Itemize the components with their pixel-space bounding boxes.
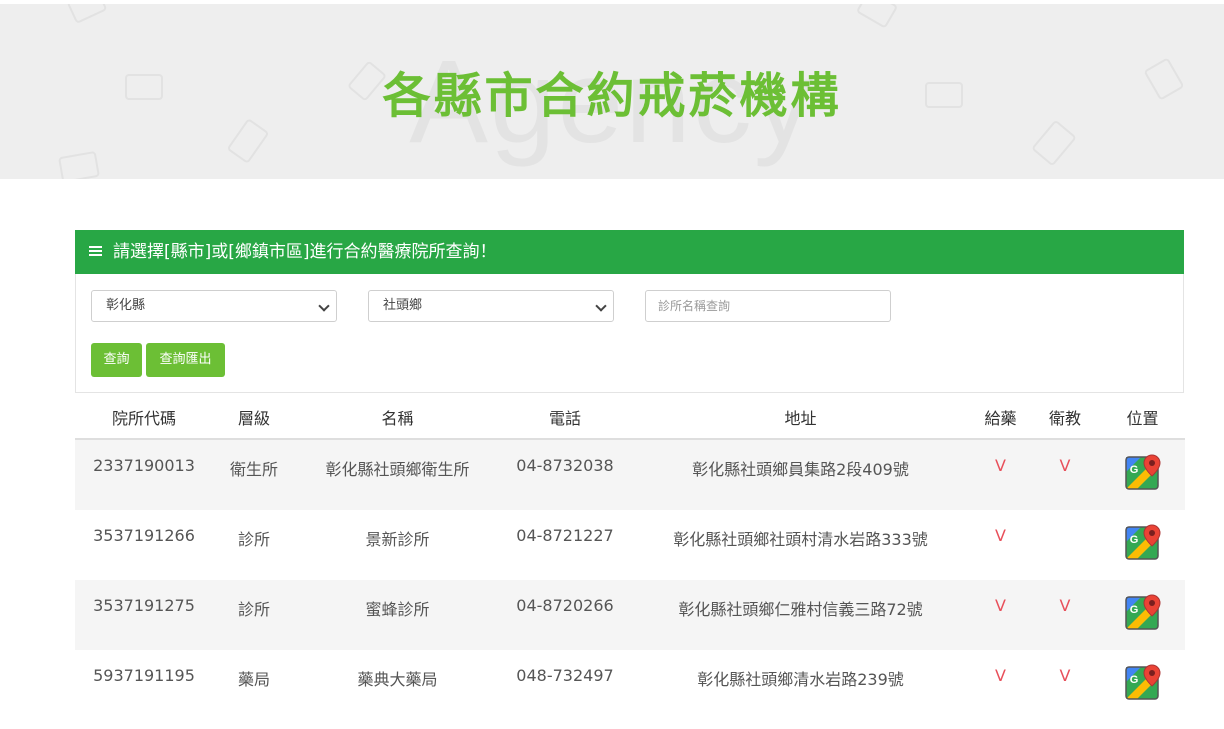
header-level: 層級 — [213, 395, 295, 440]
header-code: 院所代碼 — [75, 395, 213, 440]
cell-level: 診所 — [237, 530, 270, 549]
cell-medication: V — [995, 456, 1006, 475]
cell-phone: 048-732497 — [516, 666, 614, 685]
cell-name: 蜜蜂診所 — [365, 600, 430, 619]
cell-medication: V — [995, 666, 1006, 685]
cell-code: 3537191266 — [93, 526, 195, 545]
cell-name: 彰化縣社頭鄉衛生所 — [325, 460, 470, 479]
table-row: 2337190013 衛生所 彰化縣社頭鄉衛生所 04-8732038 彰化縣社… — [75, 439, 1185, 510]
search-panel-header: 請選擇[縣市]或[鄉鎮市區]進行合約醫療院所查詢！ — [75, 230, 1184, 274]
cell-education: V — [1059, 456, 1071, 475]
district-select-value: 社頭鄉 — [383, 298, 423, 313]
google-maps-icon[interactable]: G — [1124, 524, 1161, 560]
cell-name: 藥典大藥局 — [357, 670, 438, 689]
cell-phone: 04-8720266 — [516, 596, 614, 615]
export-button[interactable]: 查詢匯出 — [146, 343, 225, 377]
cell-address: 彰化縣社頭鄉清水岩路239號 — [697, 670, 904, 689]
google-maps-icon[interactable]: G — [1124, 454, 1161, 490]
header-medication: 給藥 — [971, 395, 1030, 440]
cell-address: 彰化縣社頭鄉社頭村清水岩路333號 — [673, 530, 928, 549]
cell-code: 3537191275 — [93, 596, 195, 615]
table-row: 3537191266 診所 景新診所 04-8721227 彰化縣社頭鄉社頭村清… — [75, 510, 1185, 580]
google-maps-icon[interactable]: G — [1124, 664, 1161, 700]
cell-medication: V — [995, 526, 1006, 545]
cell-level: 診所 — [237, 600, 270, 619]
header-location: 位置 — [1100, 395, 1185, 440]
cell-education: V — [1059, 596, 1071, 615]
cell-address: 彰化縣社頭鄉仁雅村信義三路72號 — [678, 600, 923, 619]
cell-medication: V — [995, 596, 1006, 615]
clinic-name-input[interactable]: 診所名稱查詢 — [645, 290, 891, 322]
svg-text:G: G — [1129, 674, 1138, 686]
cell-code: 5937191195 — [93, 666, 195, 685]
query-button[interactable]: 查詢 — [91, 343, 142, 377]
table-header-row: 院所代碼 層級 名稱 電話 地址 給藥 衛教 位置 — [75, 395, 1185, 440]
header-address: 地址 — [630, 395, 971, 440]
cell-level: 藥局 — [237, 670, 270, 689]
hero-banner: Agency 各縣市合約戒菸機構 — [0, 4, 1224, 179]
cell-name: 景新診所 — [365, 530, 430, 549]
header-name: 名稱 — [295, 395, 500, 440]
cell-code: 2337190013 — [93, 456, 195, 475]
county-select-value: 彰化縣 — [106, 298, 146, 313]
cell-level: 衛生所 — [229, 460, 278, 479]
page-title: 各縣市合約戒菸機構 — [382, 68, 842, 124]
cell-education: V — [1059, 666, 1071, 685]
search-panel-heading: 請選擇[縣市]或[鄉鎮市區]進行合約醫療院所查詢！ — [113, 242, 497, 262]
chevron-down-icon — [318, 300, 330, 312]
cell-education — [1030, 510, 1100, 526]
cell-address: 彰化縣社頭鄉員集路2段409號 — [692, 460, 909, 479]
county-select[interactable]: 彰化縣 — [91, 290, 337, 322]
table-row: 3537191275 診所 蜜蜂診所 04-8720266 彰化縣社頭鄉仁雅村信… — [75, 580, 1185, 650]
list-icon — [89, 246, 102, 257]
decorative-shape — [66, 4, 108, 25]
table-row: 5937191195 藥局 藥典大藥局 048-732497 彰化縣社頭鄉清水岩… — [75, 650, 1185, 720]
table-body: 2337190013 衛生所 彰化縣社頭鄉衛生所 04-8732038 彰化縣社… — [75, 439, 1185, 720]
header-education: 衛教 — [1030, 395, 1100, 440]
svg-text:G: G — [1129, 464, 1138, 476]
decorative-shape — [855, 4, 899, 29]
results-table: 院所代碼 層級 名稱 電話 地址 給藥 衛教 位置 2337190013 衛生所… — [75, 395, 1185, 720]
google-maps-icon[interactable]: G — [1124, 594, 1161, 630]
chevron-down-icon — [595, 300, 607, 312]
cell-phone: 04-8732038 — [516, 456, 614, 475]
svg-text:G: G — [1129, 604, 1138, 616]
cell-phone: 04-8721227 — [516, 526, 614, 545]
header-phone: 電話 — [500, 395, 630, 440]
svg-text:G: G — [1129, 534, 1138, 546]
district-select[interactable]: 社頭鄉 — [368, 290, 614, 322]
